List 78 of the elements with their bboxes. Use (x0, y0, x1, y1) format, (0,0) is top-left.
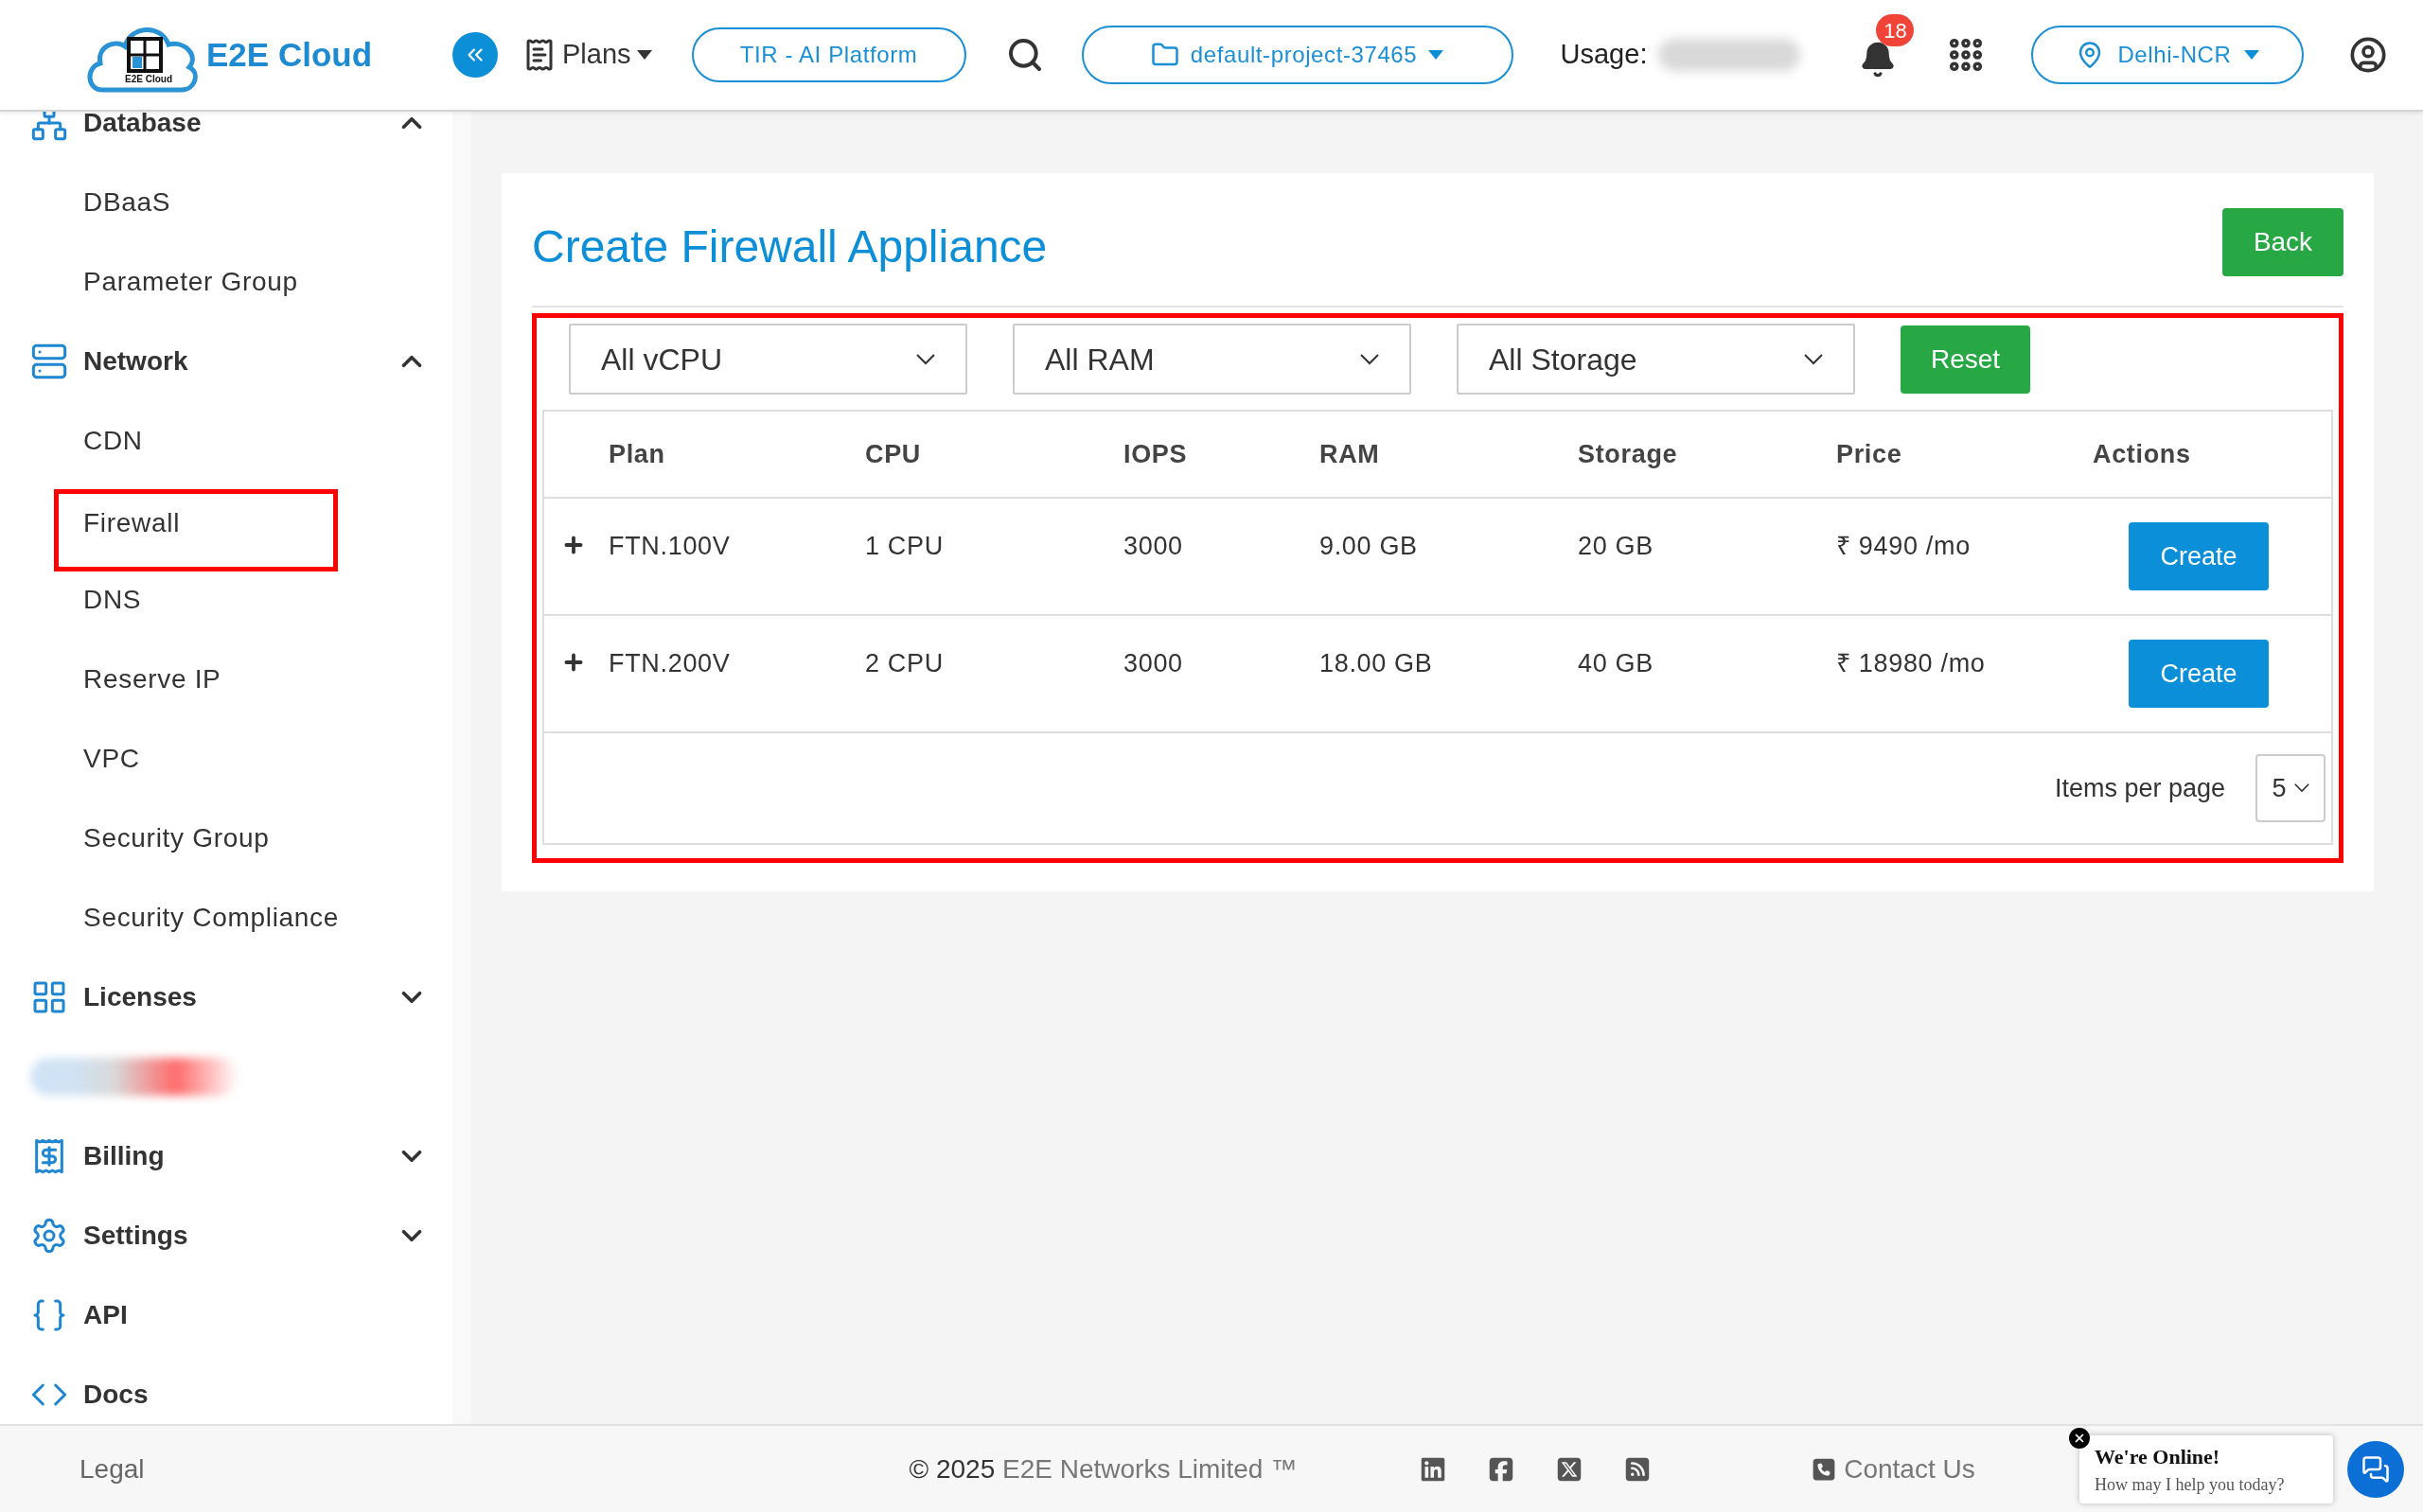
collapse-sidebar-button[interactable] (452, 32, 498, 78)
contact-link[interactable]: Contact Us (1844, 1449, 1975, 1489)
sidebar-item[interactable]: CDN (83, 426, 143, 455)
sidebar-item[interactable]: Parameter Group (83, 267, 298, 296)
sidebar-item[interactable]: Security Compliance (83, 903, 340, 932)
sidebar-item[interactable]: Security Group (83, 823, 270, 853)
create-button[interactable]: Create (2129, 640, 2269, 708)
chat-subtitle: How may I help you today? (2095, 1474, 2286, 1496)
x-icon[interactable] (1556, 1455, 1583, 1483)
platform-button[interactable]: TIR - AI Platform (691, 27, 966, 82)
usage-label: Usage: (1560, 38, 1648, 72)
chevron-down-icon (1804, 353, 1823, 365)
close-chat-button[interactable] (2069, 1428, 2090, 1449)
copyright-text: © 2025 E2E Networks Limited ™ (909, 1452, 1298, 1486)
sidebar-section[interactable]: API (83, 1295, 428, 1335)
items-per-page-label: Items per page (2054, 772, 2225, 804)
chevron-down-icon (1360, 353, 1379, 365)
user-profile-icon[interactable] (2349, 36, 2388, 74)
region-selector[interactable]: Delhi-NCR (2031, 26, 2305, 84)
column-header: Actions (2093, 438, 2192, 470)
sidebar-section[interactable]: Database (83, 112, 396, 143)
table-cell-text: 9.00 GB (1319, 531, 1419, 562)
sidebar-section[interactable]: Licenses (83, 977, 396, 1017)
sidebar-item[interactable]: Reserve IP (83, 664, 221, 694)
project-selector[interactable]: default-project-37465 (1081, 26, 1513, 84)
chat-popup[interactable]: We're Online! How may I help you today? (2079, 1435, 2333, 1503)
phone-icon (1812, 1456, 1837, 1482)
brand-name[interactable]: E2E Cloud (206, 29, 373, 80)
table-cell-text: 18.00 GB (1319, 648, 1434, 679)
legal-link[interactable]: Legal (80, 1449, 145, 1489)
logo-caption: E2E Cloud (125, 74, 172, 85)
sidebar-item[interactable]: DNS (83, 585, 142, 614)
table-cell-text: 20 GB (1578, 531, 1654, 562)
create-button[interactable]: Create (2129, 522, 2269, 590)
column-header: IOPS (1123, 438, 1189, 470)
gear-icon (30, 1217, 68, 1255)
sidebar-section[interactable]: Network (83, 342, 396, 381)
column-header: Storage (1578, 438, 1679, 470)
linkedin-icon[interactable] (1420, 1455, 1447, 1483)
column-header: Plan (609, 438, 666, 470)
sidebar-item[interactable]: VPC (83, 744, 140, 773)
column-header: CPU (865, 438, 923, 470)
chat-title: We're Online! (2095, 1444, 2221, 1470)
chevron-down-icon (916, 353, 935, 365)
sidebar-section[interactable]: Docs (83, 1375, 428, 1415)
table-cell-text: 40 GB (1578, 648, 1654, 679)
page-title: Create Firewall Appliance (532, 220, 1048, 273)
filter-select[interactable]: All vCPU (569, 324, 967, 395)
table-cell-text: ₹ 9490 /mo (1836, 531, 1972, 562)
facebook-icon[interactable] (1488, 1455, 1515, 1483)
table-cell-text: 3000 (1123, 648, 1184, 679)
server-icon (30, 343, 68, 380)
chat-button[interactable] (2347, 1441, 2404, 1498)
table-cell-text: 2 CPU (865, 648, 945, 679)
sidebar-item[interactable]: DBaaS (83, 187, 171, 217)
chat-icon (2361, 1455, 2390, 1484)
caret-icon (2244, 50, 2260, 60)
filter-select[interactable]: All RAM (1013, 324, 1411, 395)
table-cell-text: ₹ 18980 /mo (1836, 648, 1987, 679)
caret-icon (636, 50, 652, 60)
notification-badge: 18 (1876, 14, 1915, 46)
rss-icon[interactable] (1624, 1455, 1652, 1483)
close-icon (2073, 1432, 2086, 1445)
network-icon (30, 112, 68, 142)
table-cell-text: 1 CPU (865, 531, 945, 562)
column-header: Price (1836, 438, 1903, 470)
sidebar-section[interactable]: Settings (83, 1216, 396, 1256)
page-size-select[interactable]: 5 (2255, 754, 2326, 822)
plans-menu[interactable]: Plans (522, 34, 652, 76)
table-cell-text: FTN.100V (609, 531, 732, 562)
caret-icon (1428, 50, 1444, 60)
filter-select[interactable]: All Storage (1457, 324, 1855, 395)
table-cell-text: FTN.200V (609, 648, 732, 679)
column-header: RAM (1319, 438, 1381, 470)
sidebar-item[interactable]: Firewall (83, 507, 181, 537)
chevron-down-icon (2293, 783, 2309, 793)
table-cell-text: 3000 (1123, 531, 1184, 562)
sidebar-section[interactable]: Billing (83, 1136, 396, 1176)
